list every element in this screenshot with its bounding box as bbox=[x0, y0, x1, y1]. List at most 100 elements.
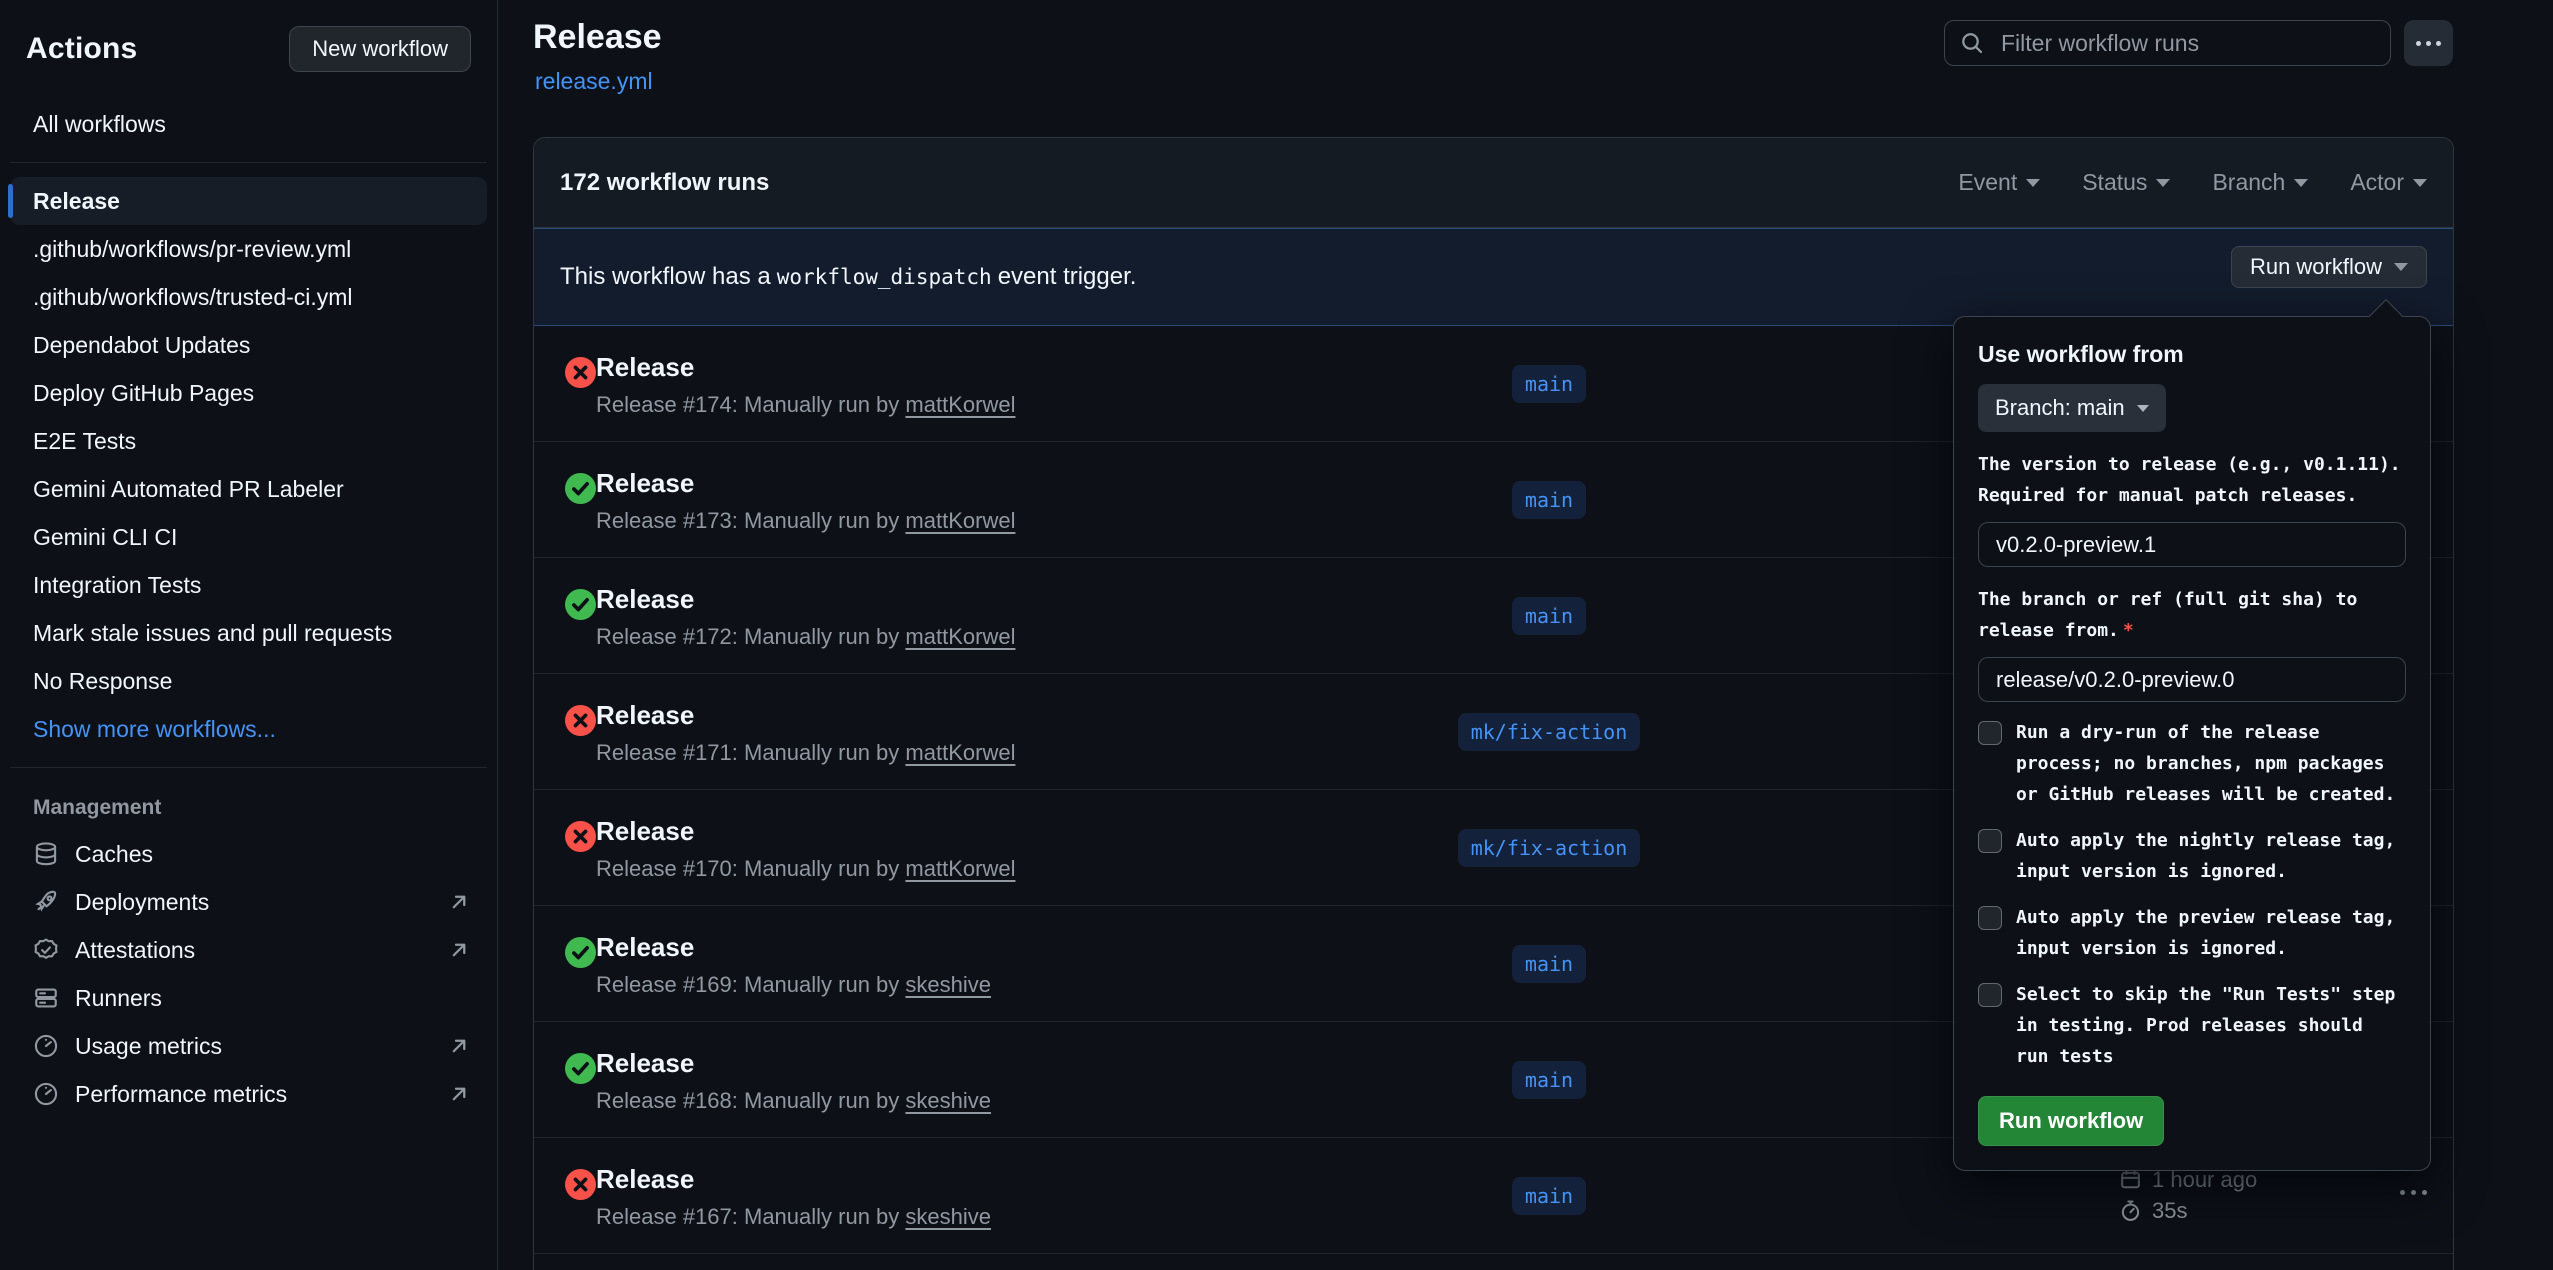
dispatch-option: Select to skip the "Run Tests" step in t… bbox=[1978, 979, 2406, 1072]
branch-badge[interactable]: mk/fix-action bbox=[1458, 829, 1641, 867]
run-description: Release #172: Manually run by mattKorwel bbox=[596, 624, 1015, 650]
run-description: Release #169: Manually run by skeshive bbox=[596, 972, 991, 998]
sidebar-workflow-item[interactable]: Integration Tests bbox=[10, 561, 487, 609]
run-description: Release #173: Manually run by mattKorwel bbox=[596, 508, 1015, 534]
new-workflow-button[interactable]: New workflow bbox=[289, 26, 471, 72]
run-description: Release #171: Manually run by mattKorwel bbox=[596, 740, 1015, 766]
page-title: Actions bbox=[26, 32, 137, 66]
checkbox[interactable] bbox=[1978, 721, 2002, 745]
checkbox[interactable] bbox=[1978, 906, 2002, 930]
filter-dropdown-label: Event bbox=[1958, 169, 2017, 196]
ref-input[interactable] bbox=[1978, 657, 2406, 702]
run-options-kebab[interactable] bbox=[2392, 1182, 2435, 1203]
sidebar-management-item[interactable]: Attestations bbox=[10, 926, 487, 974]
failure-x-circle-icon bbox=[565, 821, 596, 852]
dispatch-option: Auto apply the nightly release tag, inpu… bbox=[1978, 825, 2406, 887]
management-item-label: Attestations bbox=[75, 937, 195, 964]
filter-workflow-runs-input[interactable] bbox=[1944, 20, 2391, 66]
workflow-item-label: No Response bbox=[33, 668, 172, 695]
sidebar-workflow-item[interactable]: .github/workflows/pr-review.yml bbox=[10, 225, 487, 273]
branch-selector-button[interactable]: Branch: main bbox=[1978, 384, 2166, 432]
run-title-link[interactable]: Release bbox=[596, 1048, 694, 1079]
sidebar-management-item[interactable]: Runners bbox=[10, 974, 487, 1022]
actor-link[interactable]: skeshive bbox=[905, 1204, 991, 1229]
checkbox[interactable] bbox=[1978, 983, 2002, 1007]
run-duration: 35s bbox=[2152, 1195, 2187, 1226]
management-item-label: Usage metrics bbox=[75, 1033, 222, 1060]
run-filters: Event Status Branch Actor bbox=[1958, 169, 2427, 196]
run-workflow-dropdown-button[interactable]: Run workflow bbox=[2231, 246, 2427, 288]
workflow-item-label: E2E Tests bbox=[33, 428, 136, 455]
chevron-down-icon bbox=[2026, 179, 2040, 187]
run-title-link[interactable]: Release bbox=[596, 468, 694, 499]
run-count-label: 172 workflow runs bbox=[560, 169, 769, 197]
version-input[interactable] bbox=[1978, 522, 2406, 567]
sidebar-workflow-item[interactable]: E2E Tests bbox=[10, 417, 487, 465]
run-title-link[interactable]: Release bbox=[596, 1164, 694, 1195]
sidebar-workflow-item[interactable]: No Response bbox=[10, 657, 487, 705]
run-meta: 1 hour ago 35s bbox=[2119, 1164, 2257, 1226]
branch-badge[interactable]: mk/fix-action bbox=[1458, 713, 1641, 751]
branch-badge[interactable]: main bbox=[1512, 1061, 1586, 1099]
runs-list-header: 172 workflow runs Event Status Branch bbox=[534, 138, 2453, 228]
workflow-item-label: Gemini Automated PR Labeler bbox=[33, 476, 344, 503]
run-description: Release #168: Manually run by skeshive bbox=[596, 1088, 991, 1114]
run-title-link[interactable]: Release bbox=[596, 700, 694, 731]
sidebar-management-item[interactable]: Performance metrics bbox=[10, 1070, 487, 1118]
run-title-link[interactable]: Release bbox=[596, 584, 694, 615]
sidebar-item-all-workflows[interactable]: All workflows bbox=[10, 100, 487, 148]
actor-link[interactable]: skeshive bbox=[905, 1088, 991, 1113]
show-more-workflows-link[interactable]: Show more workflows... bbox=[10, 705, 487, 753]
filter-dropdown[interactable]: Status bbox=[2082, 169, 2170, 196]
sidebar-workflow-item[interactable]: Dependabot Updates bbox=[10, 321, 487, 369]
workflow-item-label: Integration Tests bbox=[33, 572, 201, 599]
management-item-label: Runners bbox=[75, 985, 162, 1012]
sidebar-workflow-item[interactable]: Mark stale issues and pull requests bbox=[10, 609, 487, 657]
sidebar-management-item[interactable]: Usage metrics bbox=[10, 1022, 487, 1070]
chevron-down-icon bbox=[2294, 179, 2308, 187]
checkbox[interactable] bbox=[1978, 829, 2002, 853]
workflow-file-link[interactable]: release.yml bbox=[535, 68, 653, 95]
run-title-link[interactable]: Release bbox=[596, 932, 694, 963]
actor-link[interactable]: mattKorwel bbox=[905, 392, 1015, 417]
branch-badge[interactable]: main bbox=[1512, 597, 1586, 635]
filter-workflow-runs bbox=[1944, 20, 2391, 66]
sidebar-management-item[interactable]: Caches bbox=[10, 830, 487, 878]
workflow-dispatch-banner: This workflow has aworkflow_dispatcheven… bbox=[534, 228, 2453, 326]
dispatch-option-label: Auto apply the preview release tag, inpu… bbox=[2016, 902, 2406, 964]
run-title-link[interactable]: Release bbox=[596, 816, 694, 847]
actor-link[interactable]: skeshive bbox=[905, 972, 991, 997]
dispatch-option: Auto apply the preview release tag, inpu… bbox=[1978, 902, 2406, 964]
branch-badge[interactable]: main bbox=[1512, 365, 1586, 403]
sidebar-workflow-item[interactable]: Deploy GitHub Pages bbox=[10, 369, 487, 417]
branch-badge[interactable]: main bbox=[1512, 945, 1586, 983]
actor-link[interactable]: mattKorwel bbox=[905, 856, 1015, 881]
failure-x-circle-icon bbox=[565, 705, 596, 736]
branch-badge[interactable]: main bbox=[1512, 1177, 1586, 1215]
sidebar-workflow-item[interactable]: Gemini CLI CI bbox=[10, 513, 487, 561]
success-check-circle-icon bbox=[565, 589, 596, 620]
filter-dropdown[interactable]: Actor bbox=[2350, 169, 2427, 196]
actor-link[interactable]: mattKorwel bbox=[905, 508, 1015, 533]
management-item-label: Performance metrics bbox=[75, 1081, 287, 1108]
actor-link[interactable]: mattKorwel bbox=[905, 740, 1015, 765]
sidebar-workflow-item[interactable]: .github/workflows/trusted-ci.yml bbox=[10, 273, 487, 321]
workflow-dispatch-code: workflow_dispatch bbox=[771, 265, 998, 289]
branch-selector-label: Branch: main bbox=[1995, 395, 2125, 421]
ref-input-description: The branch or ref (full git sha) to rele… bbox=[1978, 584, 2406, 646]
sidebar-management-item[interactable]: Deployments bbox=[10, 878, 487, 926]
workflow-options-kebab-button[interactable] bbox=[2404, 20, 2453, 66]
filter-dropdown[interactable]: Event bbox=[1958, 169, 2040, 196]
database-icon bbox=[33, 841, 59, 867]
management-item-label: Deployments bbox=[75, 889, 209, 916]
sidebar-workflow-item[interactable]: Gemini Automated PR Labeler bbox=[10, 465, 487, 513]
filter-dropdown[interactable]: Branch bbox=[2212, 169, 2308, 196]
chevron-down-icon bbox=[2394, 263, 2408, 271]
calendar-icon bbox=[2119, 1168, 2142, 1191]
sidebar-workflow-item[interactable]: Release bbox=[10, 177, 487, 225]
actor-link[interactable]: mattKorwel bbox=[905, 624, 1015, 649]
run-title-link[interactable]: Release bbox=[596, 352, 694, 383]
workflow-item-label: Deploy GitHub Pages bbox=[33, 380, 254, 407]
branch-badge[interactable]: main bbox=[1512, 481, 1586, 519]
run-workflow-submit-button[interactable]: Run workflow bbox=[1978, 1096, 2164, 1146]
